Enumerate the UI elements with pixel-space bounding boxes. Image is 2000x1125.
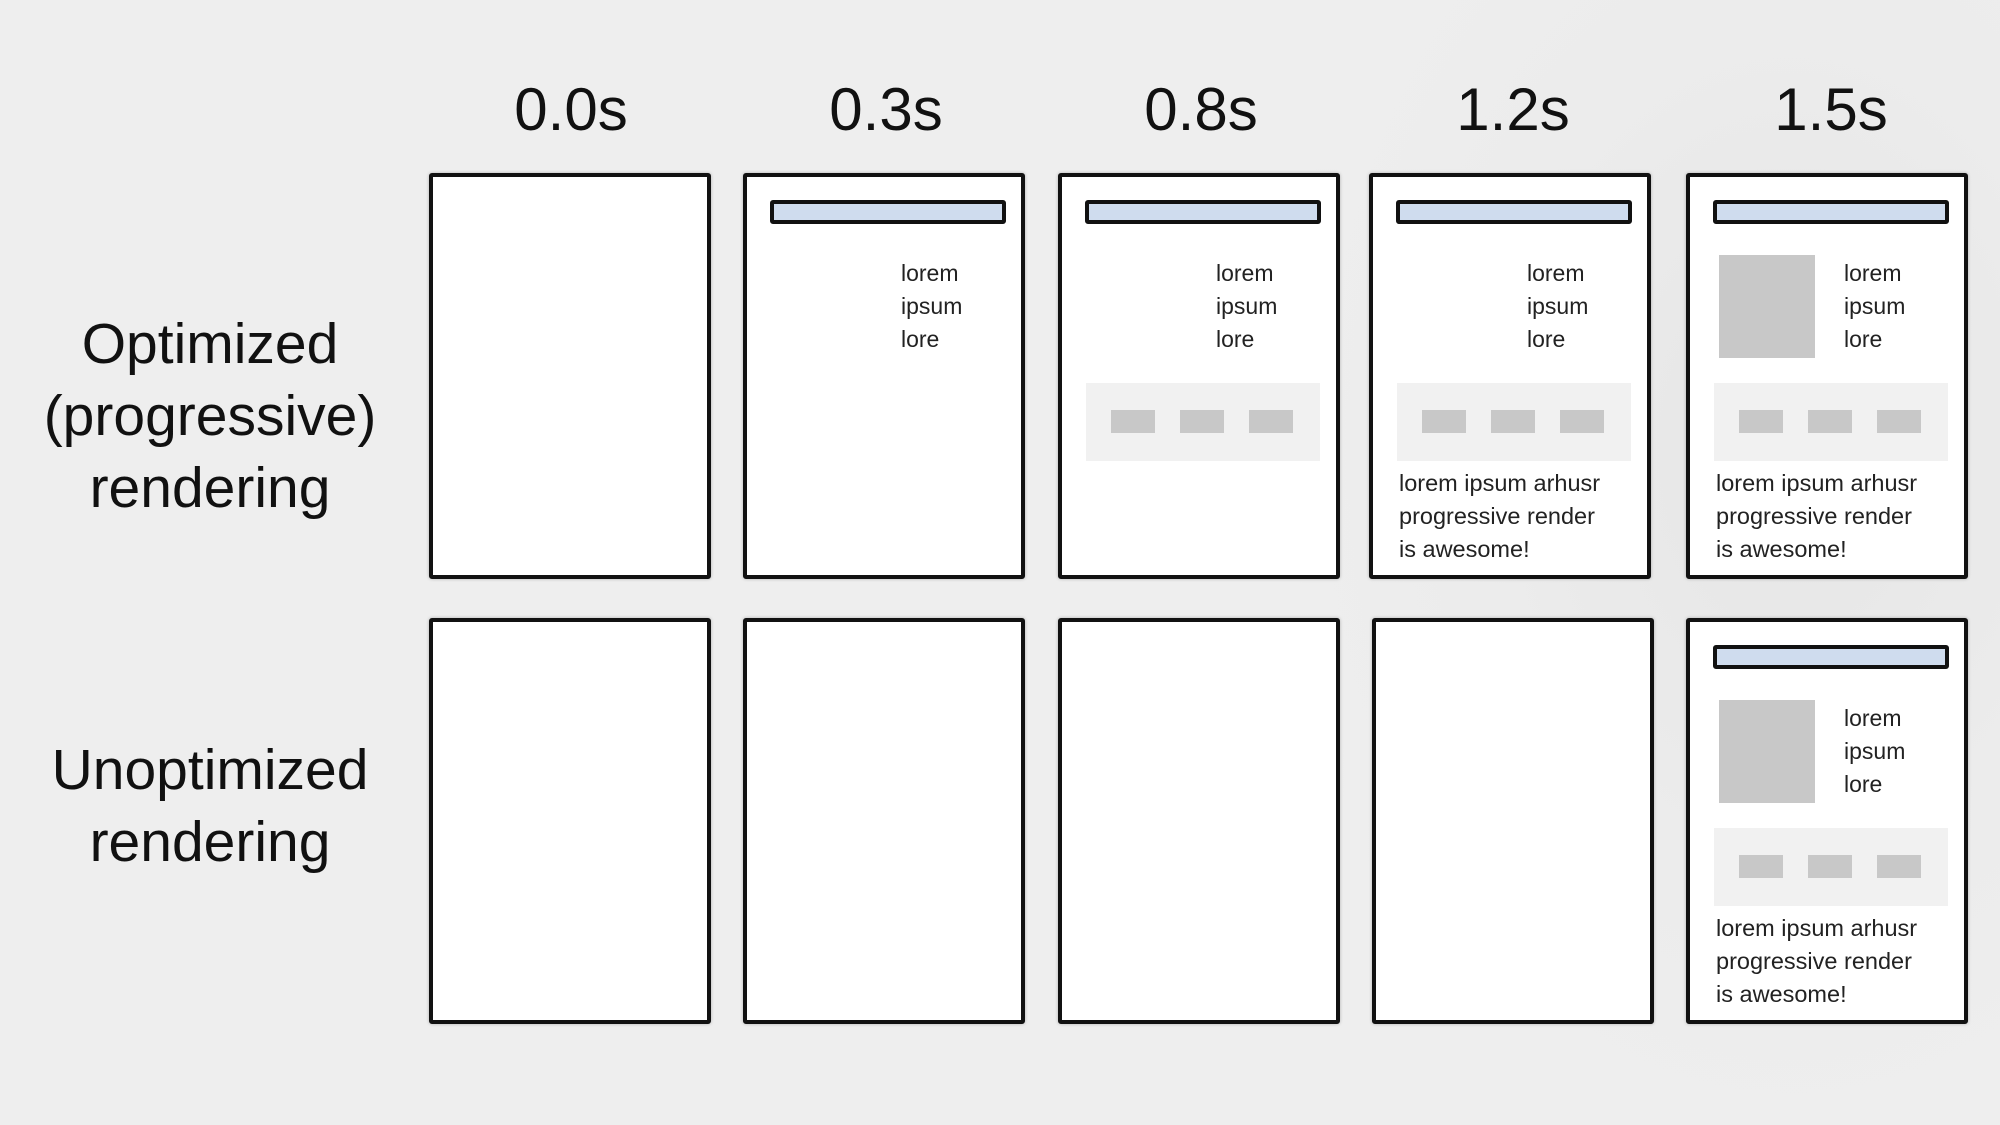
nav-placeholder [1714, 383, 1948, 461]
nav-button-placeholder [1111, 410, 1155, 433]
nav-button-placeholder [1808, 410, 1852, 433]
frame-optimized-2: lorem ipsum lore [1058, 173, 1340, 579]
time-label-1: 0.3s [829, 76, 943, 143]
frame-optimized-3: lorem ipsum lore lorem ipsum arhusr prog… [1369, 173, 1651, 579]
time-label-0: 0.0s [514, 76, 628, 143]
image-placeholder [1719, 700, 1815, 803]
row-label-line: Unoptimized [51, 738, 369, 802]
time-label-4: 1.5s [1774, 76, 1888, 143]
nav-button-placeholder [1877, 855, 1921, 878]
frame-optimized-1: lorem ipsum lore [743, 173, 1025, 579]
header-bar [770, 200, 1006, 224]
nav-placeholder [1397, 383, 1631, 461]
time-label-3: 1.2s [1456, 76, 1570, 143]
row-label-line: rendering [89, 456, 331, 520]
nav-button-placeholder [1877, 410, 1921, 433]
side-text: lorem ipsum lore [1844, 260, 1906, 352]
body-text: lorem ipsum arhusr progressive render is… [1399, 470, 1601, 562]
row-label-line: (progressive) [43, 384, 377, 448]
frame-unoptimized-1 [743, 618, 1025, 1024]
nav-button-placeholder [1739, 410, 1783, 433]
row-label-unoptimized: Unoptimized rendering [10, 734, 410, 878]
side-text: lorem ipsum lore [1527, 260, 1589, 352]
body-text: lorem ipsum arhusr progressive render is… [1716, 915, 1918, 1007]
nav-button-placeholder [1249, 410, 1293, 433]
header-bar [1713, 645, 1949, 669]
frame-unoptimized-3 [1372, 618, 1654, 1024]
row-label-line: rendering [89, 810, 331, 874]
header-bar [1713, 200, 1949, 224]
frame-unoptimized-2 [1058, 618, 1340, 1024]
nav-button-placeholder [1180, 410, 1224, 433]
time-label-2: 0.8s [1144, 76, 1258, 143]
row-label-optimized: Optimized (progressive) rendering [10, 308, 410, 524]
nav-button-placeholder [1560, 410, 1604, 433]
side-text: lorem ipsum lore [1216, 260, 1278, 352]
header-bar [1396, 200, 1632, 224]
header-bar [1085, 200, 1321, 224]
side-text: lorem ipsum lore [1844, 705, 1906, 797]
row-label-line: Optimized [81, 312, 339, 376]
nav-button-placeholder [1739, 855, 1783, 878]
nav-button-placeholder [1491, 410, 1535, 433]
frame-unoptimized-0 [429, 618, 711, 1024]
frame-optimized-0 [429, 173, 711, 579]
image-placeholder [1719, 255, 1815, 358]
nav-placeholder [1714, 828, 1948, 906]
nav-button-placeholder [1422, 410, 1466, 433]
body-text: lorem ipsum arhusr progressive render is… [1716, 470, 1918, 562]
frame-optimized-4: lorem ipsum lore lorem ipsum arhusr prog… [1686, 173, 1968, 579]
nav-button-placeholder [1808, 855, 1852, 878]
frame-unoptimized-4: lorem ipsum lore lorem ipsum arhusr prog… [1686, 618, 1968, 1024]
side-text: lorem ipsum lore [901, 260, 963, 352]
nav-placeholder [1086, 383, 1320, 461]
